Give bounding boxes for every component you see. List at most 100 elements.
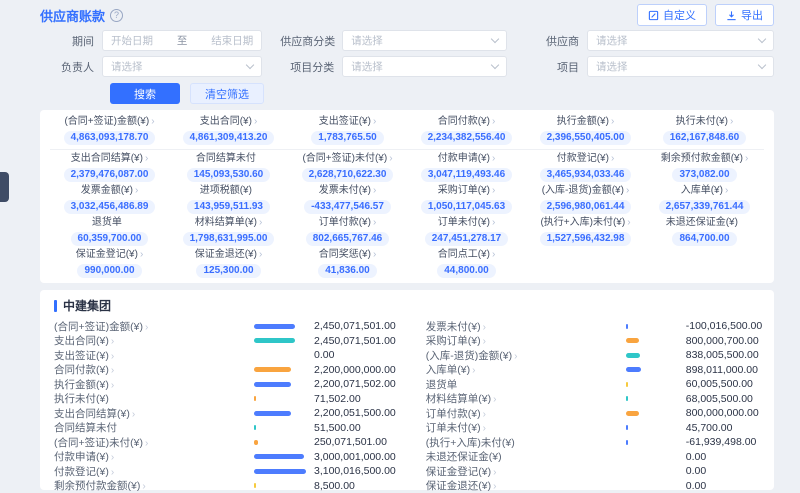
- metric-row[interactable]: 订单付款(¥)› 800,000,000.00: [426, 406, 762, 421]
- stats-row: 退货单› 60,359,700.00 材料结算单(¥)› 1,798,631,9…: [50, 216, 764, 248]
- metric-row[interactable]: 保证金退还(¥)› 0.00: [426, 479, 762, 493]
- metric-row[interactable]: (合同+签证)未付(¥)› 250,071,501.00: [54, 435, 396, 450]
- stat-item[interactable]: 合同点工(¥)› 44,800.00: [407, 248, 526, 280]
- clear-filters-button[interactable]: 清空筛选: [190, 83, 264, 104]
- stat-label-row: (合同+签证)金额(¥)›: [52, 116, 167, 127]
- metric-row[interactable]: 支出签证(¥)› 0.00: [54, 348, 396, 363]
- stat-label-row: 支出合同结算(¥)›: [52, 153, 167, 164]
- search-button[interactable]: 搜索: [110, 83, 180, 104]
- owner-select[interactable]: 请选择: [102, 56, 262, 77]
- stat-value: 1,798,631,995.00: [183, 232, 275, 246]
- stat-item[interactable]: 订单未付(¥)› 247,451,278.17: [407, 216, 526, 248]
- export-button[interactable]: 导出: [715, 4, 774, 26]
- chevron-right-icon: ›: [135, 185, 138, 196]
- stat-item[interactable]: 支出签证(¥)› 1,783,765.50: [288, 115, 407, 147]
- metric-bar: [626, 324, 628, 329]
- stat-item[interactable]: 采购订单(¥)› 1,050,117,045.63: [407, 184, 526, 216]
- stat-item[interactable]: 剩余预付款金额(¥)› 373,082.00: [645, 152, 764, 184]
- stat-item[interactable]: 付款登记(¥)› 3,465,934,033.46: [526, 152, 645, 184]
- metric-row[interactable]: 执行未付(¥)› 71,502.00: [54, 392, 396, 407]
- metric-row[interactable]: 支出合同(¥)› 2,450,071,501.00: [54, 334, 396, 349]
- metric-row[interactable]: 订单未付(¥)› 45,700.00: [426, 421, 762, 436]
- owner-label: 负责人: [40, 59, 102, 75]
- stat-item[interactable]: (执行+入库)未付(¥)› 1,527,596,432.98: [526, 216, 645, 248]
- stats-row: 保证金登记(¥)› 990,000.00 保证金退还(¥)› 125,300.0…: [50, 248, 764, 280]
- metric-label-row: 订单未付(¥)›: [426, 420, 626, 435]
- help-icon[interactable]: ?: [110, 9, 123, 22]
- chevron-right-icon: ›: [483, 423, 486, 434]
- select-placeholder: 请选择: [596, 33, 628, 48]
- chevron-right-icon: ›: [373, 217, 376, 228]
- metric-row[interactable]: 材料结算单(¥)› 68,005,500.00: [426, 392, 762, 407]
- stat-item[interactable]: 入库单(¥)› 2,657,339,761.44: [645, 184, 764, 216]
- stat-item[interactable]: 保证金退还(¥)› 125,300.00: [169, 248, 288, 280]
- stat-item[interactable]: 支出合同(¥)› 4,861,309,413.20: [169, 115, 288, 147]
- metric-row[interactable]: (合同+签证)金额(¥)› 2,450,071,501.00: [54, 319, 396, 334]
- metric-bar-track: [254, 367, 306, 372]
- chevron-right-icon: ›: [492, 217, 495, 228]
- metric-row[interactable]: 支出合同结算(¥)› 2,200,051,500.00: [54, 406, 396, 421]
- stat-item[interactable]: (入库-退货)金额(¥)› 2,596,980,061.44: [526, 184, 645, 216]
- stat-item[interactable]: 未退还保证金(¥)› 864,700.00: [645, 216, 764, 248]
- group-columns: (合同+签证)金额(¥)› 2,450,071,501.00 支出合同(¥)› …: [54, 319, 760, 493]
- stat-item[interactable]: 进项税额(¥)› 143,959,511.93: [169, 184, 288, 216]
- chevron-right-icon: ›: [725, 185, 728, 196]
- stat-item[interactable]: (合同+签证)未付(¥)› 2,628,710,622.30: [288, 152, 407, 184]
- metric-row[interactable]: (执行+入库)未付(¥)› -61,939,498.00: [426, 435, 762, 450]
- stat-label: 合同结算未付: [196, 153, 256, 164]
- stat-item[interactable]: 发票金额(¥)› 3,032,456,486.89: [50, 184, 169, 216]
- metric-bar: [254, 469, 306, 474]
- chevron-right-icon: ›: [627, 217, 630, 228]
- metric-label: 付款申请(¥): [54, 451, 109, 463]
- supplier-select[interactable]: 请选择: [587, 30, 774, 51]
- stat-item[interactable]: 支出合同结算(¥)› 2,379,476,087.00: [50, 152, 169, 184]
- stat-label-row: 付款申请(¥)›: [409, 153, 524, 164]
- metric-row[interactable]: 发票未付(¥)› -100,016,500.00: [426, 319, 762, 334]
- metric-value: 51,500.00: [306, 422, 361, 434]
- stat-item[interactable]: 发票未付(¥)› -433,477,546.57: [288, 184, 407, 216]
- stat-label: 支出签证(¥): [319, 116, 371, 127]
- metric-row[interactable]: 退货单› 60,005,500.00: [426, 377, 762, 392]
- metric-bar-track: [626, 454, 678, 459]
- chevron-right-icon: ›: [151, 116, 154, 127]
- stat-item[interactable]: 合同结算未付› 145,093,530.60: [169, 152, 288, 184]
- metric-row[interactable]: (入库-退货)金额(¥)› 838,005,500.00: [426, 348, 762, 363]
- metric-label-row: 执行金额(¥)›: [54, 377, 254, 392]
- customize-button[interactable]: 自定义: [637, 4, 707, 26]
- metric-row[interactable]: 合同结算未付› 51,500.00: [54, 421, 396, 436]
- supplier-category-select[interactable]: 请选择: [342, 30, 507, 51]
- metric-row[interactable]: 合同付款(¥)› 2,200,000,000.00: [54, 363, 396, 378]
- metric-label: 剩余预付款金额(¥): [54, 480, 140, 492]
- metric-row[interactable]: 入库单(¥)› 898,011,000.00: [426, 363, 762, 378]
- stat-item[interactable]: 合同奖惩(¥)› 41,836.00: [288, 248, 407, 280]
- stat-item[interactable]: 合同付款(¥)› 2,234,382,556.40: [407, 115, 526, 147]
- stat-label: 剩余预付款金额(¥): [661, 153, 743, 164]
- stat-item[interactable]: 订单付款(¥)› 802,665,767.46: [288, 216, 407, 248]
- stat-item[interactable]: 执行未付(¥)› 162,167,848.60: [645, 115, 764, 147]
- metric-row[interactable]: 未退还保证金(¥)› 0.00: [426, 450, 762, 465]
- stat-item[interactable]: 付款申请(¥)› 3,047,119,493.46: [407, 152, 526, 184]
- sidebar-collapse-handle[interactable]: [0, 172, 9, 202]
- stat-item[interactable]: 退货单› 60,359,700.00: [50, 216, 169, 248]
- stat-value: 3,465,934,033.46: [540, 168, 632, 182]
- metric-row[interactable]: 付款申请(¥)› 3,000,001,000.00: [54, 450, 396, 465]
- project-category-select[interactable]: 请选择: [342, 56, 507, 77]
- stat-item[interactable]: 材料结算单(¥)› 1,798,631,995.00: [169, 216, 288, 248]
- metric-row[interactable]: 采购订单(¥)› 800,000,700.00: [426, 334, 762, 349]
- date-range-input[interactable]: 开始日期 至 结束日期: [102, 30, 262, 51]
- stat-item[interactable]: 保证金登记(¥)› 990,000.00: [50, 248, 169, 280]
- metric-row[interactable]: 剩余预付款金额(¥)› 8,500.00: [54, 479, 396, 493]
- metric-row[interactable]: 付款登记(¥)› 3,100,016,500.00: [54, 464, 396, 479]
- metric-label: 订单付款(¥): [426, 408, 481, 420]
- stat-item[interactable]: (合同+签证)金额(¥)› 4,863,093,178.70: [50, 115, 169, 147]
- stat-value: 373,082.00: [672, 168, 736, 182]
- stat-label: 付款登记(¥): [557, 153, 609, 164]
- stat-label-row: 合同付款(¥)›: [409, 116, 524, 127]
- stat-label: 退货单: [92, 217, 122, 228]
- stat-value: 3,047,119,493.46: [421, 168, 512, 182]
- chevron-right-icon: ›: [145, 322, 148, 333]
- metric-row[interactable]: 执行金额(¥)› 2,200,071,502.00: [54, 377, 396, 392]
- stat-item[interactable]: 执行金额(¥)› 2,396,550,405.00: [526, 115, 645, 147]
- project-select[interactable]: 请选择: [587, 56, 774, 77]
- metric-row[interactable]: 保证金登记(¥)› 0.00: [426, 464, 762, 479]
